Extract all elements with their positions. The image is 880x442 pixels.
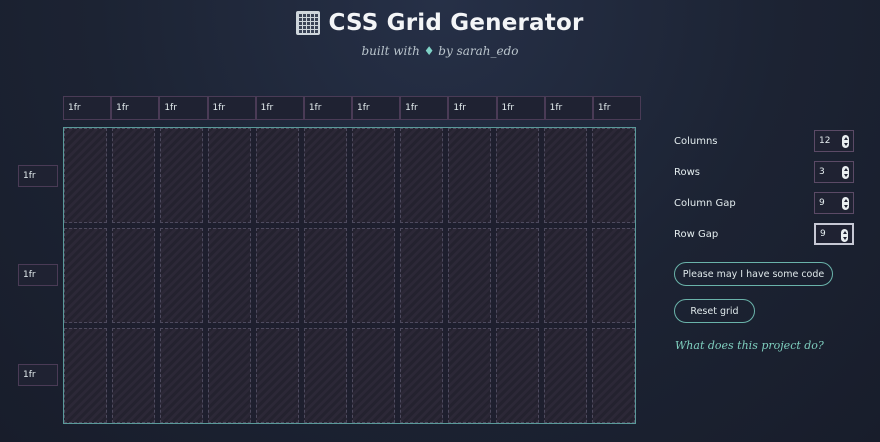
- subtitle: built with ♦ by sarah_edo: [0, 44, 880, 58]
- grid-cell[interactable]: [352, 328, 395, 423]
- column-unit-input[interactable]: 1fr: [255, 96, 304, 120]
- rows-field: Rows 3: [674, 159, 854, 185]
- column-unit-input[interactable]: 1fr: [592, 96, 641, 120]
- grid-cell[interactable]: [160, 328, 203, 423]
- column-units-row: 1fr 1fr 1fr 1fr 1fr 1fr 1fr 1fr 1fr 1fr …: [63, 96, 641, 120]
- grid-cell[interactable]: [304, 228, 347, 323]
- grid-cell[interactable]: [496, 228, 539, 323]
- row-unit-input[interactable]: 1fr: [18, 165, 58, 187]
- column-unit-input[interactable]: 1fr: [63, 96, 112, 120]
- grid-cell[interactable]: [208, 328, 251, 423]
- column-unit-input[interactable]: 1fr: [352, 96, 401, 120]
- columns-label: Columns: [674, 135, 718, 147]
- grid-cell[interactable]: [496, 128, 539, 223]
- column-unit-input[interactable]: 1fr: [496, 96, 545, 120]
- grid-cell[interactable]: [304, 328, 347, 423]
- grid-cell[interactable]: [544, 228, 587, 323]
- columns-field: Columns 12: [674, 128, 854, 154]
- column-gap-label: Column Gap: [674, 197, 736, 209]
- header: CSS Grid Generator built with ♦ by sarah…: [0, 8, 880, 58]
- page-title: CSS Grid Generator: [328, 10, 584, 36]
- column-gap-field: Column Gap 9: [674, 190, 854, 216]
- grid-cell[interactable]: [64, 228, 107, 323]
- row-gap-input[interactable]: 9: [814, 223, 854, 245]
- spinner-icon[interactable]: [841, 229, 848, 242]
- grid-cell[interactable]: [400, 228, 443, 323]
- get-code-button[interactable]: Please may I have some code: [674, 262, 833, 286]
- rows-value: 3: [819, 167, 825, 177]
- grid-cell[interactable]: [112, 328, 155, 423]
- grid-cell[interactable]: [64, 128, 107, 223]
- rows-label: Rows: [674, 166, 701, 178]
- grid-cell[interactable]: [400, 328, 443, 423]
- grid-canvas[interactable]: [63, 127, 636, 424]
- row-gap-field: Row Gap 9: [674, 221, 854, 247]
- grid-cell[interactable]: [592, 328, 635, 423]
- title-row: CSS Grid Generator: [0, 8, 880, 38]
- grid-cell[interactable]: [448, 228, 491, 323]
- spinner-icon[interactable]: [842, 135, 849, 148]
- grid-cell[interactable]: [352, 228, 395, 323]
- column-unit-input[interactable]: 1fr: [448, 96, 497, 120]
- subtitle-suffix: by sarah_edo: [438, 44, 519, 58]
- controls-panel: Columns 12 Rows 3 Column Gap 9 Row Gap 9: [674, 128, 854, 252]
- row-gap-label: Row Gap: [674, 228, 719, 240]
- gem-icon: ♦: [423, 44, 435, 58]
- grid-cell[interactable]: [448, 128, 491, 223]
- subtitle-prefix: built with: [361, 44, 420, 58]
- column-unit-input[interactable]: 1fr: [207, 96, 256, 120]
- grid-cell[interactable]: [208, 128, 251, 223]
- grid-cell[interactable]: [544, 128, 587, 223]
- column-unit-input[interactable]: 1fr: [159, 96, 208, 120]
- grid-cell[interactable]: [64, 328, 107, 423]
- grid-cell[interactable]: [160, 128, 203, 223]
- columns-value: 12: [819, 136, 831, 146]
- reset-grid-button[interactable]: Reset grid: [674, 299, 755, 323]
- spinner-icon[interactable]: [842, 166, 849, 179]
- grid-cell[interactable]: [496, 328, 539, 423]
- grid-cell[interactable]: [112, 128, 155, 223]
- column-unit-input[interactable]: 1fr: [400, 96, 449, 120]
- grid-cell[interactable]: [544, 328, 587, 423]
- grid-cell[interactable]: [352, 128, 395, 223]
- row-unit-input[interactable]: 1fr: [18, 364, 58, 386]
- grid-cell[interactable]: [160, 228, 203, 323]
- spinner-icon[interactable]: [842, 197, 849, 210]
- grid-cell[interactable]: [400, 128, 443, 223]
- row-gap-value: 9: [820, 229, 826, 239]
- grid-cell[interactable]: [592, 228, 635, 323]
- grid-logo-icon: [296, 11, 321, 35]
- rows-input[interactable]: 3: [814, 161, 854, 183]
- grid-cell[interactable]: [256, 228, 299, 323]
- grid-cell[interactable]: [112, 228, 155, 323]
- grid-cell[interactable]: [256, 128, 299, 223]
- grid-cell[interactable]: [592, 128, 635, 223]
- row-unit-input[interactable]: 1fr: [18, 264, 58, 286]
- column-gap-input[interactable]: 9: [814, 192, 854, 214]
- column-unit-input[interactable]: 1fr: [303, 96, 352, 120]
- grid-cell[interactable]: [304, 128, 347, 223]
- column-unit-input[interactable]: 1fr: [111, 96, 160, 120]
- column-gap-value: 9: [819, 198, 825, 208]
- project-info-link[interactable]: What does this project do?: [675, 339, 824, 352]
- grid-cell[interactable]: [448, 328, 491, 423]
- grid-cell[interactable]: [208, 228, 251, 323]
- grid-cell[interactable]: [256, 328, 299, 423]
- column-unit-input[interactable]: 1fr: [544, 96, 593, 120]
- columns-input[interactable]: 12: [814, 130, 854, 152]
